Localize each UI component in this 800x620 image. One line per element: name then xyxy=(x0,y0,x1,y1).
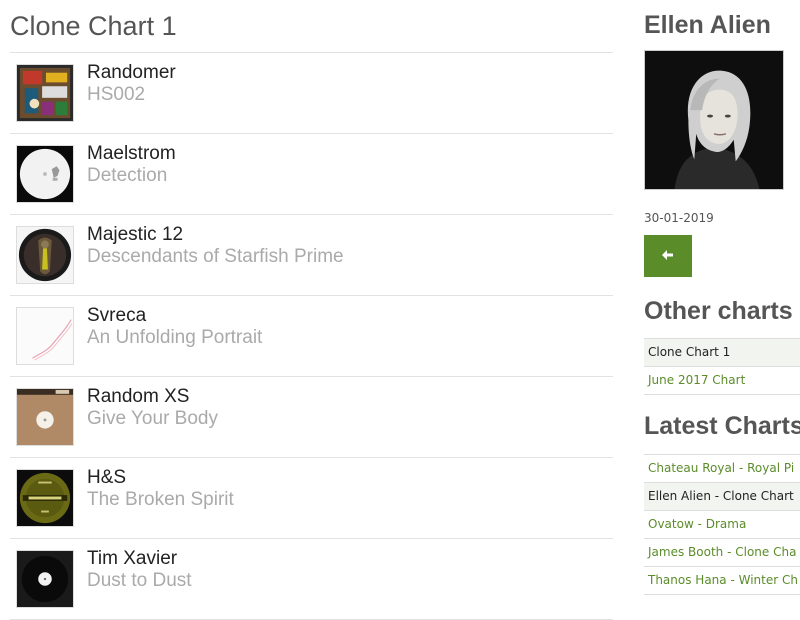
latest-chart-name[interactable]: Royal Pi xyxy=(747,461,794,475)
latest-chart-item[interactable]: Thanos Hana - Winter Ch xyxy=(644,566,800,595)
latest-chart-artist[interactable]: Chateau Royal xyxy=(648,461,735,475)
latest-charts-list: Chateau Royal - Royal Pi Ellen Alien - C… xyxy=(644,454,800,595)
track-row[interactable]: Tim Xavier Dust to Dust xyxy=(10,539,613,620)
latest-chart-separator: - xyxy=(735,461,748,475)
cover-art-image[interactable] xyxy=(16,550,74,608)
cover-art-image[interactable] xyxy=(16,145,74,203)
other-chart-item[interactable]: Clone Chart 1 xyxy=(644,338,800,366)
other-chart-label[interactable]: June 2017 Chart xyxy=(648,373,745,387)
back-button[interactable] xyxy=(644,235,692,277)
latest-chart-item[interactable]: Chateau Royal - Royal Pi xyxy=(644,454,800,482)
track-artist[interactable]: Maelstrom xyxy=(87,143,176,165)
page-title: Clone Chart 1 xyxy=(10,0,613,53)
track-row[interactable]: Svreca An Unfolding Portrait xyxy=(10,296,613,377)
latest-chart-name[interactable]: Winter Ch xyxy=(739,573,798,587)
track-artist[interactable]: Svreca xyxy=(87,305,146,327)
artist-sidebar: Ellen Alien 30-01-2019 Other charts b Cl… xyxy=(644,0,800,595)
other-charts-list: Clone Chart 1 June 2017 Chart xyxy=(644,338,800,395)
latest-chart-artist[interactable]: Thanos Hana xyxy=(648,573,727,587)
chart-panel: Clone Chart 1 Randomer HS002 Maelstrom D… xyxy=(10,0,613,620)
track-artist[interactable]: Majestic 12 xyxy=(87,224,183,246)
track-title[interactable]: Dust to Dust xyxy=(87,570,192,592)
cover-art-image[interactable] xyxy=(16,226,74,284)
latest-chart-item[interactable]: Ovatow - Drama xyxy=(644,510,800,538)
latest-chart-separator: - xyxy=(693,517,706,531)
track-title[interactable]: Give Your Body xyxy=(87,408,218,430)
track-title[interactable]: An Unfolding Portrait xyxy=(87,327,262,349)
track-row[interactable]: Randomer HS002 xyxy=(10,53,613,134)
latest-chart-artist[interactable]: James Booth xyxy=(648,545,723,559)
track-title[interactable]: The Broken Spirit xyxy=(87,489,234,511)
artist-photo xyxy=(644,50,784,190)
latest-chart-separator: - xyxy=(723,545,736,559)
latest-chart-artist[interactable]: Ovatow xyxy=(648,517,694,531)
track-row[interactable]: H&S The Broken Spirit xyxy=(10,458,613,539)
cover-art-image[interactable] xyxy=(16,388,74,446)
track-artist[interactable]: Randomer xyxy=(87,62,176,84)
latest-chart-name[interactable]: Drama xyxy=(706,517,747,531)
latest-chart-item[interactable]: Ellen Alien - Clone Chart xyxy=(644,482,800,510)
cover-art-image[interactable] xyxy=(16,64,74,122)
latest-chart-separator: - xyxy=(726,573,739,587)
latest-charts-heading: Latest Charts xyxy=(644,412,800,440)
arrow-left-icon xyxy=(662,247,674,265)
track-artist[interactable]: Tim Xavier xyxy=(87,548,177,570)
track-title[interactable]: Descendants of Starfish Prime xyxy=(87,246,344,268)
other-chart-label[interactable]: Clone Chart 1 xyxy=(648,345,730,359)
latest-chart-artist[interactable]: Ellen Alien xyxy=(648,489,711,503)
track-title[interactable]: Detection xyxy=(87,165,167,187)
track-artist[interactable]: Random XS xyxy=(87,386,189,408)
chart-date: 30-01-2019 xyxy=(644,211,714,225)
track-row[interactable]: Maelstrom Detection xyxy=(10,134,613,215)
track-title[interactable]: HS002 xyxy=(87,84,145,106)
latest-chart-item[interactable]: James Booth - Clone Cha xyxy=(644,538,800,566)
other-charts-heading: Other charts b xyxy=(644,297,800,325)
track-artist[interactable]: H&S xyxy=(87,467,126,489)
artist-name[interactable]: Ellen Alien xyxy=(644,0,800,50)
track-row[interactable]: Random XS Give Your Body xyxy=(10,377,613,458)
latest-chart-separator: - xyxy=(710,489,723,503)
other-chart-item[interactable]: June 2017 Chart xyxy=(644,366,800,395)
latest-chart-name[interactable]: Clone Cha xyxy=(735,545,796,559)
track-row[interactable]: Majestic 12 Descendants of Starfish Prim… xyxy=(10,215,613,296)
cover-art-image[interactable] xyxy=(16,469,74,527)
latest-chart-name[interactable]: Clone Chart xyxy=(723,489,794,503)
cover-art-image[interactable] xyxy=(16,307,74,365)
